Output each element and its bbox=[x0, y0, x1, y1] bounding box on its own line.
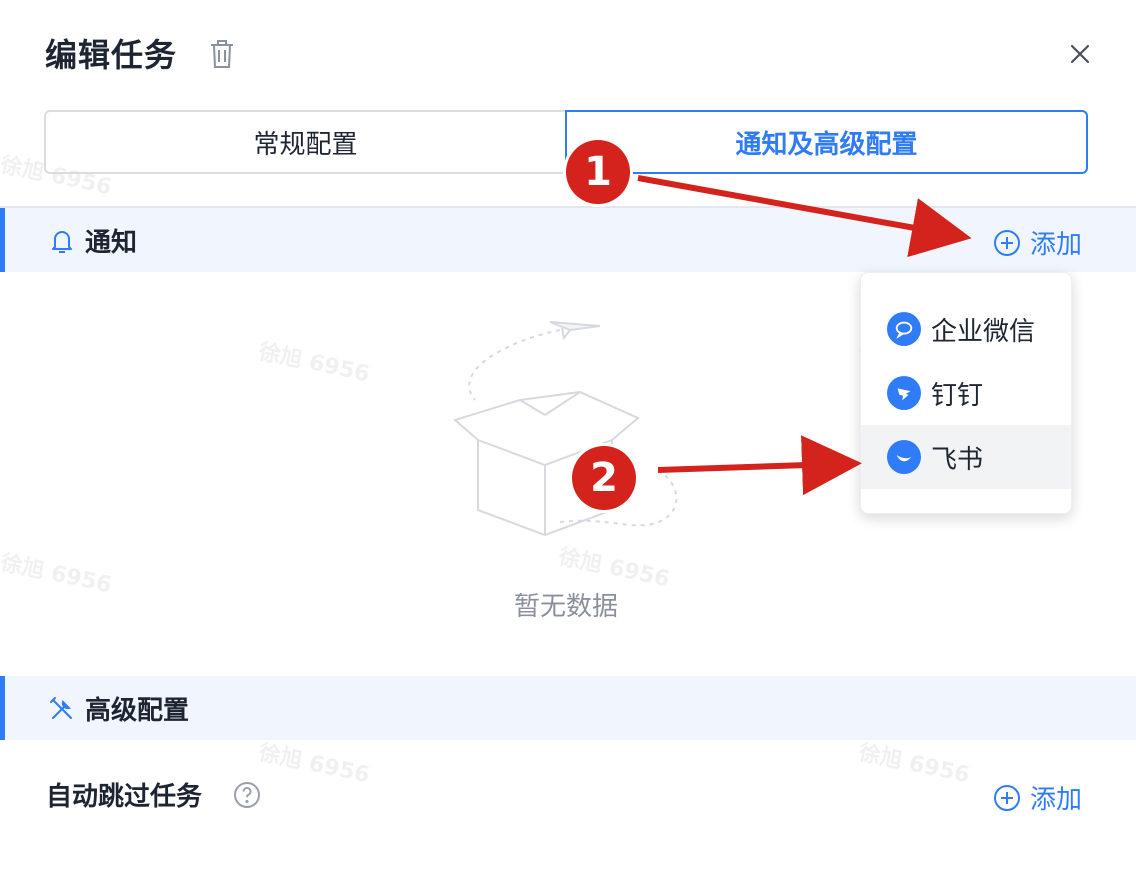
help-icon[interactable] bbox=[232, 780, 262, 810]
empty-state-text: 暂无数据 bbox=[513, 592, 618, 622]
notify-section-title: 通知 bbox=[85, 228, 138, 258]
advanced-section-header: 高级配置 bbox=[0, 676, 1136, 740]
dropdown-item-wecom[interactable]: 企业微信 bbox=[861, 297, 1071, 361]
watermark: 徐旭 6956 bbox=[256, 740, 372, 789]
trash-icon[interactable] bbox=[208, 38, 236, 70]
bell-icon bbox=[47, 226, 77, 256]
dingtalk-icon bbox=[887, 376, 921, 410]
dropdown-item-dingtalk[interactable]: 钉钉 bbox=[861, 361, 1071, 425]
step-1-badge: 1 bbox=[566, 140, 630, 204]
dropdown-item-feishu[interactable]: 飞书 bbox=[861, 425, 1071, 489]
dialog-title: 编辑任务 bbox=[45, 36, 178, 74]
add-auto-skip-label: 添加 bbox=[1030, 785, 1083, 815]
dropdown-item-label: 钉钉 bbox=[931, 380, 984, 411]
close-icon[interactable] bbox=[1066, 40, 1094, 68]
dropdown-item-label: 飞书 bbox=[931, 444, 984, 475]
notify-channel-dropdown: 企业微信 钉钉 飞书 bbox=[860, 272, 1072, 514]
watermark: 徐旭 6956 bbox=[856, 740, 972, 789]
advanced-section-title: 高级配置 bbox=[85, 696, 190, 726]
tools-icon bbox=[47, 694, 77, 724]
tab-general-config[interactable]: 常规配置 bbox=[44, 110, 565, 174]
plus-circle-icon bbox=[994, 784, 1020, 811]
add-notify-button[interactable]: 添加 bbox=[992, 224, 1082, 261]
dropdown-item-label: 企业微信 bbox=[931, 316, 1036, 347]
watermark: 徐旭 6956 bbox=[256, 339, 372, 388]
add-notify-label: 添加 bbox=[1030, 230, 1083, 260]
add-auto-skip-button[interactable]: 添加 bbox=[992, 779, 1082, 816]
tab-notify-advanced-config[interactable]: 通知及高级配置 bbox=[565, 110, 1088, 174]
empty-box-illustration bbox=[440, 300, 700, 540]
notify-section-header: 通知 bbox=[0, 208, 1136, 272]
feishu-icon bbox=[887, 440, 921, 474]
wecom-icon bbox=[887, 312, 921, 346]
step-2-badge: 2 bbox=[572, 446, 636, 510]
plus-circle-icon bbox=[994, 229, 1020, 256]
auto-skip-label: 自动跳过任务 bbox=[46, 782, 203, 812]
